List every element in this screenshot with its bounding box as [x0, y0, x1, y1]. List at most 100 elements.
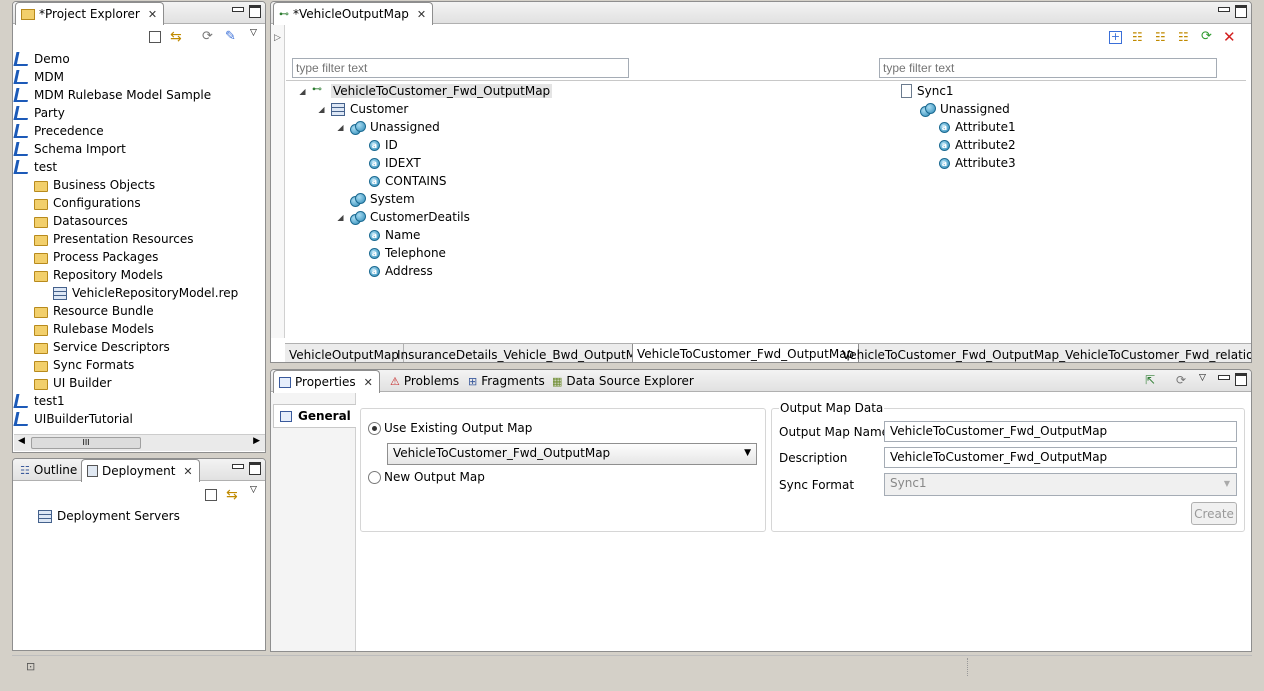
view-menu-icon[interactable]: ▽	[250, 485, 265, 501]
editor-side-toggle[interactable]: ▷	[271, 25, 285, 338]
minimize-icon[interactable]	[1217, 5, 1230, 17]
expand-arrow-icon[interactable]: ◢	[336, 123, 345, 132]
tab-deployment[interactable]: Deployment ✕	[81, 459, 200, 482]
delete-icon[interactable]: ✕	[1223, 28, 1239, 46]
tree-item[interactable]: a Attribute2	[939, 136, 1016, 154]
tree-item[interactable]: ◢ ⊷ VehicleToCustomer_Fwd_OutputMap	[298, 82, 553, 100]
existing-output-map-select[interactable]: VehicleToCustomer_Fwd_OutputMap ▼	[387, 443, 757, 465]
tab-properties[interactable]: Properties ✕	[273, 370, 380, 393]
horizontal-scrollbar[interactable]: ◀ III ▶	[14, 434, 265, 451]
pin-icon[interactable]: ✎	[225, 29, 241, 45]
close-icon[interactable]: ✕	[417, 8, 426, 21]
dropdown-arrow-icon[interactable]: ▼	[744, 448, 751, 458]
expand-arrow-icon[interactable]: ◢	[336, 213, 345, 222]
tree-item[interactable]: Presentation Resources	[34, 230, 193, 248]
expand-tree-icon[interactable]: ☷	[1132, 30, 1148, 46]
maximize-icon[interactable]	[1235, 5, 1247, 18]
tree-item[interactable]: ◢ Customer	[317, 100, 408, 118]
tree-item[interactable]: a Name	[355, 226, 420, 244]
maximize-icon[interactable]	[249, 5, 261, 18]
scroll-thumb[interactable]: III	[31, 437, 141, 449]
tab-vehicle-output-map[interactable]: ⊷ *VehicleOutputMap ✕	[273, 2, 434, 25]
close-icon[interactable]: ✕	[148, 8, 157, 21]
tree-item[interactable]: MDM Rulebase Model Sample	[13, 86, 211, 104]
tree-item[interactable]: Repository Models	[34, 266, 163, 284]
tree-item[interactable]: UIBuilderTutorial	[13, 410, 133, 428]
description-input[interactable]: VehicleToCustomer_Fwd_OutputMap	[884, 447, 1237, 468]
tree-item[interactable]: Business Objects	[34, 176, 155, 194]
tree-item[interactable]: Process Packages	[34, 248, 158, 266]
close-icon[interactable]: ✕	[364, 376, 373, 389]
link-with-editor-icon[interactable]: ⇆	[226, 487, 242, 503]
tree-item[interactable]: a ID	[355, 136, 398, 154]
synchronize-icon[interactable]: ⟳	[202, 29, 218, 45]
bottom-tab-vehicle-output-map[interactable]: VehicleOutputMap	[285, 344, 404, 362]
maximize-icon[interactable]	[1235, 373, 1247, 386]
tab-outline[interactable]: ☷ Outline	[15, 459, 83, 481]
tree-item[interactable]: Configurations	[34, 194, 141, 212]
tree-item[interactable]: ◢ Unassigned	[336, 118, 440, 136]
scroll-left-icon[interactable]: ◀	[18, 436, 25, 446]
add-icon[interactable]: +	[1109, 31, 1122, 44]
tree-item[interactable]: Service Descriptors	[34, 338, 170, 356]
tree-item[interactable]: a IDEXT	[355, 154, 421, 172]
side-tab-general[interactable]: General	[273, 404, 356, 428]
pin-view-icon[interactable]: ⇱	[1145, 373, 1161, 389]
tab-problems[interactable]: ⚠ Problems	[385, 370, 465, 392]
tree-item[interactable]: a Attribute3	[939, 154, 1016, 172]
tab-project-explorer[interactable]: *Project Explorer ✕	[15, 2, 165, 25]
view-menu-icon[interactable]: ▽	[250, 28, 265, 44]
tree-item[interactable]: VehicleRepositoryModel.rep	[53, 284, 238, 302]
tree-item[interactable]: Sync Formats	[34, 356, 134, 374]
tree-item[interactable]: Datasources	[34, 212, 128, 230]
create-button[interactable]: Create	[1191, 502, 1237, 525]
bottom-tab-vehicle-to-customer-relationship[interactable]: VehicleToCustomer_Fwd_OutputMap_VehicleT…	[838, 344, 1251, 362]
dropdown-arrow-icon[interactable]: ▼	[1224, 479, 1230, 488]
tree-item[interactable]: ◢ CustomerDeatils	[336, 208, 470, 226]
tree-item-deployment-servers[interactable]: Deployment Servers	[38, 507, 180, 525]
minimize-icon[interactable]	[231, 5, 244, 17]
link-with-editor-icon[interactable]: ⇆	[170, 29, 186, 45]
tree-item[interactable]: a CONTAINS	[355, 172, 447, 190]
left-filter-input[interactable]	[292, 58, 629, 78]
bottom-tab-vehicle-to-customer[interactable]: VehicleToCustomer_Fwd_OutputMap	[632, 344, 860, 362]
bottom-tab-insurance-details[interactable]: InsuranceDetails_Vehicle_Bwd_OutputMap1	[393, 344, 664, 362]
collapse-all-icon[interactable]	[205, 489, 217, 501]
tree-item[interactable]: Rulebase Models	[34, 320, 154, 338]
new-output-map-radio[interactable]	[368, 471, 381, 484]
use-existing-radio[interactable]	[368, 422, 381, 435]
tree-item[interactable]: Unassigned	[920, 100, 1010, 118]
view-menu-icon[interactable]: ▽	[1199, 373, 1215, 389]
tree-item[interactable]: UI Builder	[34, 374, 112, 392]
tree-item[interactable]: Demo	[13, 50, 70, 68]
tab-fragments[interactable]: ⊞ Fragments	[463, 370, 551, 392]
minimize-icon[interactable]	[1217, 373, 1230, 385]
tree-item[interactable]: Party	[13, 104, 65, 122]
refresh-icon[interactable]: ⟳	[1201, 29, 1217, 45]
expand-arrow-icon[interactable]: ▷	[274, 33, 281, 43]
tree-item[interactable]: Resource Bundle	[34, 302, 154, 320]
tree-item[interactable]: Sync1	[901, 82, 954, 100]
tab-data-source-explorer[interactable]: ▦ Data Source Explorer	[547, 370, 700, 392]
sync-format-select[interactable]: Sync1 ▼	[884, 473, 1237, 496]
expand-arrow-icon[interactable]: ◢	[317, 105, 326, 114]
right-filter-input[interactable]	[879, 58, 1217, 78]
maximize-icon[interactable]	[249, 462, 261, 475]
map-attributes-icon[interactable]: ☷	[1155, 30, 1171, 46]
unmap-attributes-icon[interactable]: ☷	[1178, 30, 1194, 46]
fast-view-icon[interactable]: ⊡	[26, 660, 35, 673]
tree-item[interactable]: a Attribute1	[939, 118, 1016, 136]
synchronize-icon[interactable]: ⟳	[1176, 373, 1192, 389]
tree-item[interactable]: test	[13, 158, 57, 176]
tree-item[interactable]: test1	[13, 392, 65, 410]
collapse-all-icon[interactable]	[149, 31, 161, 43]
scroll-right-icon[interactable]: ▶	[253, 436, 260, 446]
tree-item[interactable]: Schema Import	[13, 140, 126, 158]
tree-item[interactable]: a Address	[355, 262, 433, 280]
tree-item[interactable]: a Telephone	[355, 244, 446, 262]
expand-arrow-icon[interactable]: ◢	[298, 87, 307, 96]
close-icon[interactable]: ✕	[183, 465, 192, 478]
tree-item[interactable]: System	[336, 190, 415, 208]
tree-item[interactable]: MDM	[13, 68, 64, 86]
minimize-icon[interactable]	[231, 462, 244, 474]
